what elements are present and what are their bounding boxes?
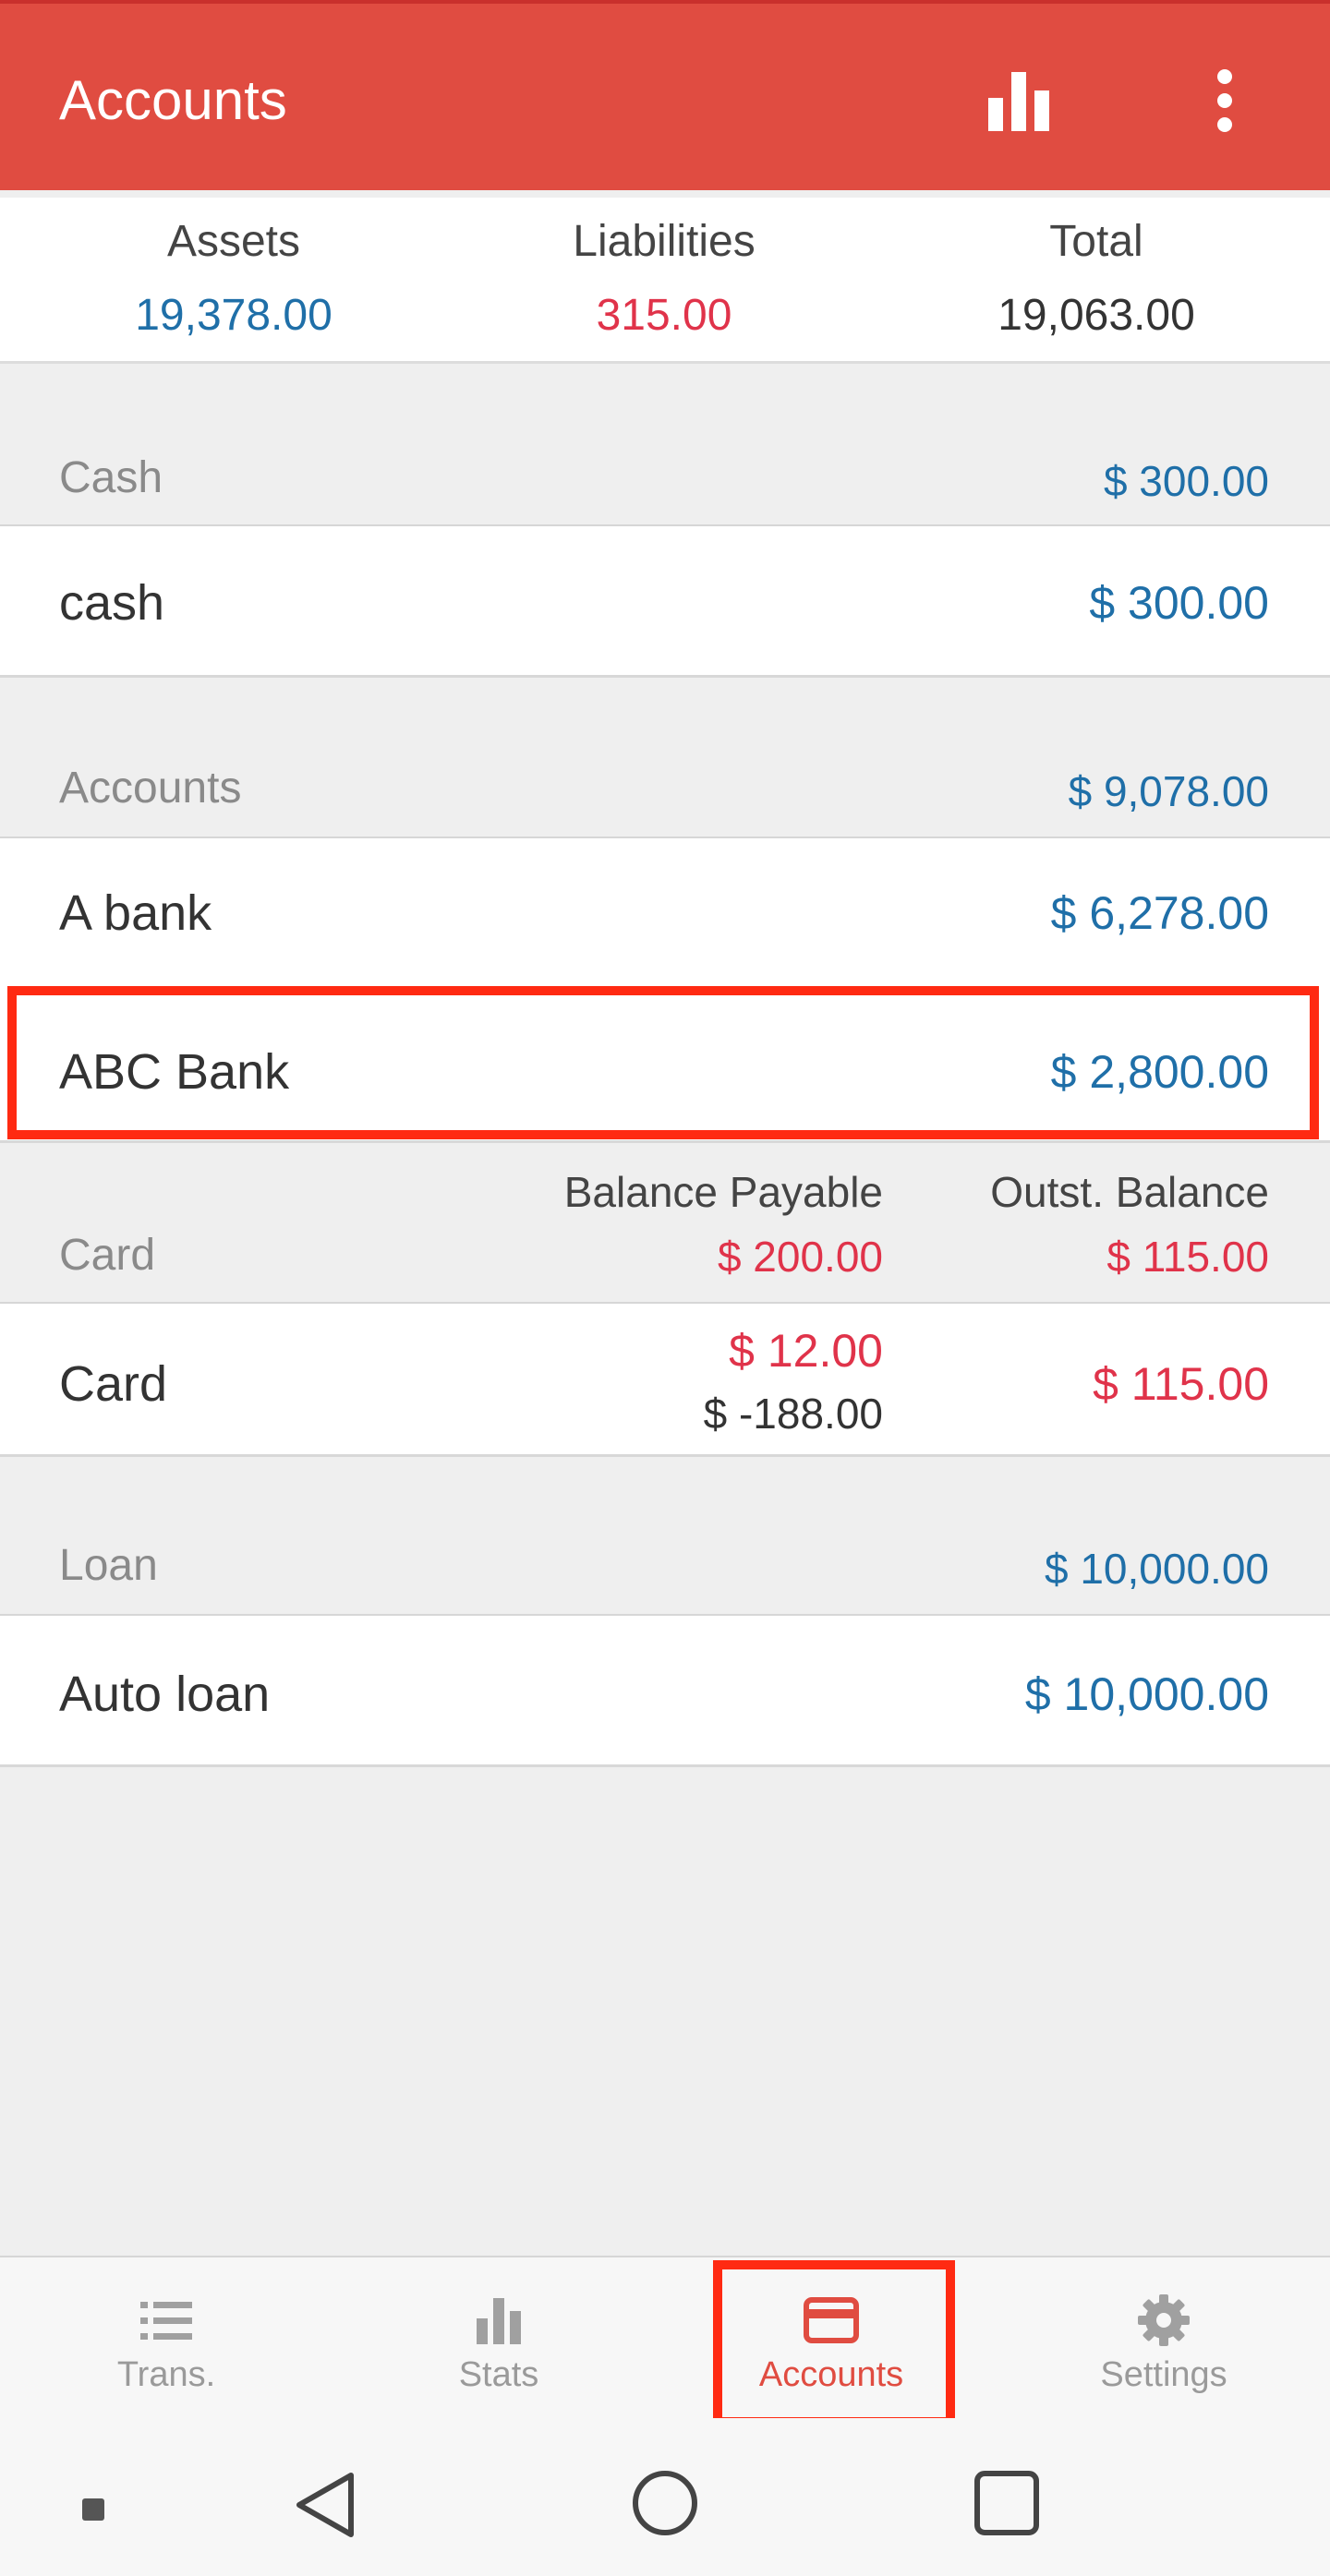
account-row-auto-loan[interactable]: Auto loan $ 10,000.00 — [0, 1616, 1330, 1767]
card-payable-value: $ 12.00 — [729, 1325, 883, 1377]
card-payable-sub-value: $ -188.00 — [703, 1390, 883, 1438]
group-amount: $ 9,078.00 — [1068, 767, 1269, 815]
balance-payable-label: Balance Payable — [563, 1168, 883, 1216]
group-amount: $ 10,000.00 — [1044, 1545, 1269, 1593]
account-name: Auto loan — [59, 1667, 271, 1722]
account-name: Card — [59, 1356, 168, 1412]
liabilities-label: Liabilities — [573, 217, 756, 266]
group-name: Card — [59, 1231, 156, 1280]
account-row-cash[interactable]: cash $ 300.00 — [0, 526, 1330, 678]
total-summary: Total 19,063.00 — [879, 214, 1313, 343]
system-nav-bar — [0, 2418, 1330, 2576]
account-name: A bank — [59, 885, 212, 941]
group-header-card[interactable]: Balance Payable Outst. Balance Card $ 20… — [0, 1145, 1330, 1304]
account-amount: $ 6,278.00 — [1050, 887, 1269, 939]
account-name: ABC Bank — [59, 1044, 290, 1100]
balance-payable-value: $ 200.00 — [717, 1233, 883, 1281]
assets-label: Assets — [166, 217, 301, 266]
account-row-card[interactable]: Card $ 12.00 $ -188.00 $ 115.00 — [0, 1304, 1330, 1457]
bottom-nav: Trans. Stats Accounts Settings — [0, 2256, 1330, 2418]
group-header-cash[interactable]: Cash $ 300.00 — [0, 423, 1330, 526]
liabilities-summary: Liabilities 315.00 — [447, 214, 881, 343]
nav-accounts[interactable]: Accounts — [665, 2257, 998, 2420]
account-name: cash — [59, 575, 165, 631]
page-title: Accounts — [59, 69, 287, 131]
group-amount: $ 300.00 — [1103, 457, 1269, 505]
nav-label: Trans. — [116, 2355, 216, 2394]
group-header-loan[interactable]: Loan $ 10,000.00 — [0, 1512, 1330, 1616]
app-bar: Accounts — [0, 0, 1330, 190]
account-amount: $ 115.00 — [1093, 1358, 1269, 1410]
home-icon[interactable] — [632, 2470, 698, 2541]
overview-icon[interactable] — [973, 2470, 1040, 2541]
gear-icon — [1136, 2293, 1191, 2348]
account-amount: $ 10,000.00 — [1024, 1668, 1269, 1720]
total-label: Total — [1049, 217, 1143, 266]
list-icon — [139, 2293, 194, 2348]
nav-stats[interactable]: Stats — [332, 2257, 665, 2420]
total-value: 19,063.00 — [998, 291, 1195, 340]
account-amount: $ 2,800.00 — [1050, 1046, 1269, 1098]
liabilities-value: 315.00 — [596, 291, 732, 340]
account-row-abc-bank[interactable]: ABC Bank $ 2,800.00 — [0, 986, 1330, 1143]
group-name: Accounts — [59, 764, 242, 813]
back-icon[interactable] — [294, 2470, 357, 2545]
card-icon — [804, 2293, 859, 2348]
bar-chart-icon[interactable] — [986, 70, 1051, 131]
group-header-accounts[interactable]: Accounts $ 9,078.00 — [0, 735, 1330, 838]
nav-label: Stats — [458, 2355, 539, 2394]
nav-trans[interactable]: Trans. — [0, 2257, 332, 2420]
assets-value: 19,378.00 — [135, 291, 332, 340]
assets-summary: Assets 19,378.00 — [17, 214, 451, 343]
outst-balance-value: $ 115.00 — [1106, 1233, 1269, 1281]
account-amount: $ 300.00 — [1089, 577, 1269, 629]
recents-dot-icon — [81, 2498, 105, 2526]
account-row-a-bank[interactable]: A bank $ 6,278.00 — [0, 838, 1330, 986]
nav-label: Accounts — [758, 2355, 904, 2394]
summary-bar: Assets 19,378.00 Liabilities 315.00 Tota… — [0, 198, 1330, 364]
nav-label: Settings — [1100, 2355, 1227, 2394]
group-name: Cash — [59, 453, 163, 502]
more-vert-icon[interactable] — [1206, 68, 1243, 133]
nav-settings[interactable]: Settings — [998, 2257, 1330, 2420]
bar-chart-icon — [471, 2293, 526, 2348]
outst-balance-label: Outst. Balance — [990, 1168, 1269, 1216]
group-name: Loan — [59, 1541, 158, 1590]
